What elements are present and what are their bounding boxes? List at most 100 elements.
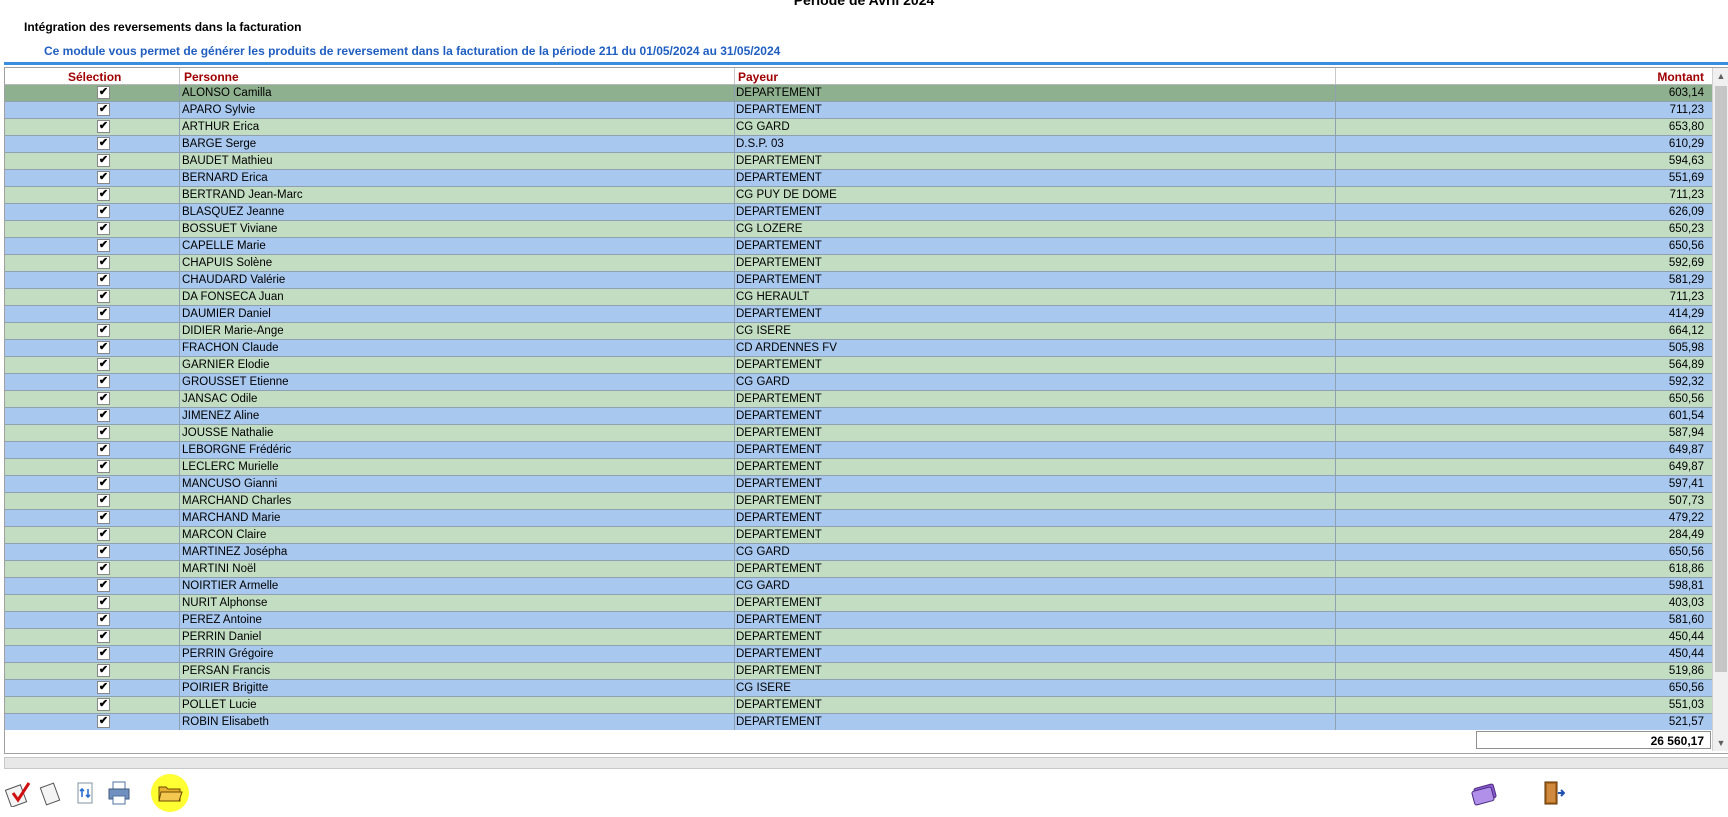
row-checkbox[interactable]: ✔ (97, 511, 110, 524)
table-row[interactable]: ✔ POIRIER Brigitte CG ISERE 650,56 (5, 680, 1712, 697)
table-row[interactable]: ✔ PERRIN Daniel DEPARTEMENT 450,44 (5, 629, 1712, 646)
row-checkbox[interactable]: ✔ (97, 443, 110, 456)
row-checkbox[interactable]: ✔ (97, 630, 110, 643)
table-row[interactable]: ✔ LECLERC Murielle DEPARTEMENT 649,87 (5, 459, 1712, 476)
table-row[interactable]: ✔ MARCON Claire DEPARTEMENT 284,49 (5, 527, 1712, 544)
table-row[interactable]: ✔ BLASQUEZ Jeanne DEPARTEMENT 626,09 (5, 204, 1712, 221)
row-checkbox[interactable]: ✔ (97, 613, 110, 626)
row-checkbox[interactable]: ✔ (97, 154, 110, 167)
row-checkbox[interactable]: ✔ (97, 256, 110, 269)
row-checkbox[interactable]: ✔ (97, 171, 110, 184)
table-row[interactable]: ✔ CHAUDARD Valérie DEPARTEMENT 581,29 (5, 272, 1712, 289)
table-row[interactable]: ✔ MARTINI Noël DEPARTEMENT 618,86 (5, 561, 1712, 578)
table-row[interactable]: ✔ JIMENEZ Aline DEPARTEMENT 601,54 (5, 408, 1712, 425)
table-row[interactable]: ✔ GROUSSET Etienne CG GARD 592,32 (5, 374, 1712, 391)
row-checkbox[interactable]: ✔ (97, 290, 110, 303)
table-row[interactable]: ✔ LEBORGNE Frédéric DEPARTEMENT 649,87 (5, 442, 1712, 459)
card-payment-icon[interactable] (1470, 778, 1500, 808)
table-row[interactable]: ✔ DIDIER Marie-Ange CG ISERE 664,12 (5, 323, 1712, 340)
table-row[interactable]: ✔ BAUDET Mathieu DEPARTEMENT 594,63 (5, 153, 1712, 170)
row-checkbox[interactable]: ✔ (97, 698, 110, 711)
clear-selection-icon[interactable] (36, 778, 66, 808)
person-cell: BARGE Serge (182, 138, 257, 150)
scroll-down-icon[interactable]: ▼ (1713, 735, 1728, 751)
table-row[interactable]: ✔ ROBIN Elisabeth DEPARTEMENT 521,57 (5, 714, 1712, 730)
table-row[interactable]: ✔ NOIRTIER Armelle CG GARD 598,81 (5, 578, 1712, 595)
row-checkbox[interactable]: ✔ (97, 341, 110, 354)
payer-cell: DEPARTEMENT (736, 444, 822, 456)
amount-cell: 581,29 (1668, 274, 1704, 286)
row-checkbox[interactable]: ✔ (97, 562, 110, 575)
open-folder-icon[interactable] (151, 774, 189, 812)
row-checkbox[interactable]: ✔ (97, 205, 110, 218)
row-checkbox[interactable]: ✔ (97, 664, 110, 677)
table-row[interactable]: ✔ BERNARD Erica DEPARTEMENT 551,69 (5, 170, 1712, 187)
module-title: Intégration des reversements dans la fac… (24, 20, 302, 34)
row-checkbox[interactable]: ✔ (97, 239, 110, 252)
table-row[interactable]: ✔ ALONSO Camilla DEPARTEMENT 603,14 (5, 85, 1712, 102)
column-header-payer[interactable]: Payeur (738, 70, 778, 84)
table-row[interactable]: ✔ FRACHON Claude CD ARDENNES FV 505,98 (5, 340, 1712, 357)
table-row[interactable]: ✔ APARO Sylvie DEPARTEMENT 711,23 (5, 102, 1712, 119)
row-checkbox[interactable]: ✔ (97, 460, 110, 473)
row-checkbox[interactable]: ✔ (97, 647, 110, 660)
table-row[interactable]: ✔ MARCHAND Charles DEPARTEMENT 507,73 (5, 493, 1712, 510)
table-row[interactable]: ✔ NURIT Alphonse DEPARTEMENT 403,03 (5, 595, 1712, 612)
table-row[interactable]: ✔ POLLET Lucie DEPARTEMENT 551,03 (5, 697, 1712, 714)
row-checkbox[interactable]: ✔ (97, 103, 110, 116)
row-checkbox[interactable]: ✔ (97, 715, 110, 728)
row-checkbox[interactable]: ✔ (97, 358, 110, 371)
scroll-up-icon[interactable]: ▲ (1713, 68, 1728, 84)
row-checkbox[interactable]: ✔ (97, 137, 110, 150)
row-checkbox[interactable]: ✔ (97, 477, 110, 490)
table-row[interactable]: ✔ GARNIER Elodie DEPARTEMENT 564,89 (5, 357, 1712, 374)
table-row[interactable]: ✔ DAUMIER Daniel DEPARTEMENT 414,29 (5, 306, 1712, 323)
table-row[interactable]: ✔ JANSAC Odile DEPARTEMENT 650,56 (5, 391, 1712, 408)
table-row[interactable]: ✔ BOSSUET Viviane CG LOZERE 650,23 (5, 221, 1712, 238)
table-row[interactable]: ✔ PERSAN Francis DEPARTEMENT 519,86 (5, 663, 1712, 680)
row-checkbox[interactable]: ✔ (97, 375, 110, 388)
row-checkbox[interactable]: ✔ (97, 494, 110, 507)
table-row[interactable]: ✔ MANCUSO Gianni DEPARTEMENT 597,41 (5, 476, 1712, 493)
exit-door-icon[interactable] (1536, 778, 1566, 808)
scrollbar-thumb[interactable] (1715, 86, 1727, 672)
table-row[interactable]: ✔ ARTHUR Erica CG GARD 653,80 (5, 119, 1712, 136)
column-header-amount[interactable]: Montant (1657, 70, 1704, 84)
print-icon[interactable] (104, 778, 134, 808)
table-row[interactable]: ✔ JOUSSE Nathalie DEPARTEMENT 587,94 (5, 425, 1712, 442)
row-checkbox[interactable]: ✔ (97, 392, 110, 405)
row-checkbox[interactable]: ✔ (97, 545, 110, 558)
row-checkbox[interactable]: ✔ (97, 188, 110, 201)
table-row[interactable]: ✔ PERRIN Grégoire DEPARTEMENT 450,44 (5, 646, 1712, 663)
table-row[interactable]: ✔ PEREZ Antoine DEPARTEMENT 581,60 (5, 612, 1712, 629)
row-checkbox[interactable]: ✔ (97, 86, 110, 99)
row-checkbox[interactable]: ✔ (97, 409, 110, 422)
row-checkbox[interactable]: ✔ (97, 307, 110, 320)
table-row[interactable]: ✔ CAPELLE Marie DEPARTEMENT 650,56 (5, 238, 1712, 255)
row-checkbox[interactable]: ✔ (97, 324, 110, 337)
row-checkbox[interactable]: ✔ (97, 528, 110, 541)
table-row[interactable]: ✔ MARCHAND Marie DEPARTEMENT 479,22 (5, 510, 1712, 527)
row-checkbox[interactable]: ✔ (97, 426, 110, 439)
table-row[interactable]: ✔ BERTRAND Jean-Marc CG PUY DE DOME 711,23 (5, 187, 1712, 204)
column-header-selection[interactable]: Sélection (68, 70, 121, 84)
table-row[interactable]: ✔ DA FONSECA Juan CG HERAULT 711,23 (5, 289, 1712, 306)
row-checkbox[interactable]: ✔ (97, 222, 110, 235)
table-row[interactable]: ✔ CHAPUIS Solène DEPARTEMENT 592,69 (5, 255, 1712, 272)
row-checkbox[interactable]: ✔ (97, 120, 110, 133)
person-cell: CHAUDARD Valérie (182, 274, 286, 286)
row-checkbox[interactable]: ✔ (97, 579, 110, 592)
amount-cell: 650,56 (1668, 546, 1704, 558)
row-checkbox[interactable]: ✔ (97, 681, 110, 694)
row-checkbox[interactable]: ✔ (97, 273, 110, 286)
column-header-person[interactable]: Personne (184, 70, 239, 84)
table-row[interactable]: ✔ BARGE Serge D.S.P. 03 610,29 (5, 136, 1712, 153)
person-cell: PERSAN Francis (182, 665, 271, 677)
table-row[interactable]: ✔ MARTINEZ Joséphа CG GARD 650,56 (5, 544, 1712, 561)
horizontal-scrollbar[interactable] (4, 757, 1728, 769)
validate-check-icon[interactable] (4, 778, 34, 808)
vertical-scrollbar[interactable]: ▲ ▼ (1712, 68, 1728, 751)
row-checkbox[interactable]: ✔ (97, 596, 110, 609)
person-cell: MARTINI Noël (182, 563, 256, 575)
transfer-document-icon[interactable] (70, 778, 100, 808)
